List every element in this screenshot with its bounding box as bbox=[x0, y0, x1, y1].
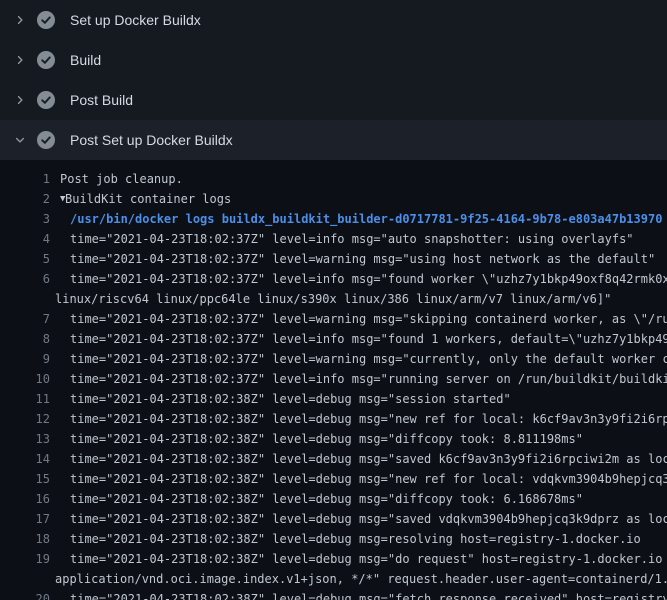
log-line-text: application/vnd.oci.image.index.v1+json,… bbox=[50, 569, 667, 589]
step-title: Post Build bbox=[70, 80, 133, 120]
log-line: 10 time="2021-04-23T18:02:37Z" level=inf… bbox=[0, 369, 667, 389]
log-line-text: linux/riscv64 linux/ppc64le linux/s390x … bbox=[50, 289, 611, 309]
log-line: 4 time="2021-04-23T18:02:37Z" level=info… bbox=[0, 229, 667, 249]
log-line: 19 time="2021-04-23T18:02:38Z" level=deb… bbox=[0, 549, 667, 569]
log-line: 1 Post job cleanup. bbox=[0, 169, 667, 189]
log-line-text: time="2021-04-23T18:02:38Z" level=debug … bbox=[50, 449, 667, 469]
log-line-text: time="2021-04-23T18:02:38Z" level=debug … bbox=[50, 429, 583, 449]
log-line: 17 time="2021-04-23T18:02:38Z" level=deb… bbox=[0, 509, 667, 529]
log-line-text: Post job cleanup. bbox=[50, 169, 183, 189]
line-number[interactable]: 6 bbox=[0, 269, 50, 289]
log-line-text: time="2021-04-23T18:02:38Z" level=debug … bbox=[50, 389, 511, 409]
log-line-text: time="2021-04-23T18:02:38Z" level=debug … bbox=[50, 529, 641, 549]
line-number[interactable]: 3 bbox=[0, 209, 50, 229]
log-line: linux/riscv64 linux/ppc64le linux/s390x … bbox=[0, 289, 667, 309]
log-line-text: time="2021-04-23T18:02:38Z" level=debug … bbox=[50, 589, 667, 600]
line-number[interactable]: 15 bbox=[0, 469, 50, 489]
log-line-text: time="2021-04-23T18:02:38Z" level=debug … bbox=[50, 489, 583, 509]
log-line: 18 time="2021-04-23T18:02:38Z" level=deb… bbox=[0, 529, 667, 549]
line-number[interactable]: 9 bbox=[0, 349, 50, 369]
log-line: 7 time="2021-04-23T18:02:37Z" level=warn… bbox=[0, 309, 667, 329]
step-header-post-build[interactable]: Post Build bbox=[0, 80, 667, 120]
log-line-text: time="2021-04-23T18:02:37Z" level=warnin… bbox=[50, 349, 667, 369]
log-line: 5 time="2021-04-23T18:02:37Z" level=warn… bbox=[0, 249, 667, 269]
line-number[interactable]: 8 bbox=[0, 329, 50, 349]
log-line: 12 time="2021-04-23T18:02:38Z" level=deb… bbox=[0, 409, 667, 429]
line-number[interactable]: 12 bbox=[0, 409, 50, 429]
line-number[interactable]: 4 bbox=[0, 229, 50, 249]
line-number bbox=[0, 569, 50, 589]
log-line-text: time="2021-04-23T18:02:37Z" level=warnin… bbox=[50, 249, 655, 269]
log-line: 9 time="2021-04-23T18:02:37Z" level=warn… bbox=[0, 349, 667, 369]
line-number[interactable]: 20 bbox=[0, 589, 50, 600]
log-line-text: time="2021-04-23T18:02:38Z" level=debug … bbox=[50, 509, 667, 529]
log-line: application/vnd.oci.image.index.v1+json,… bbox=[0, 569, 667, 589]
chevron-down-icon bbox=[12, 132, 28, 148]
log-area: 1 Post job cleanup. 2 ▼ BuildKit contain… bbox=[0, 160, 667, 600]
line-number[interactable]: 10 bbox=[0, 369, 50, 389]
actions-log-viewer: Set up Docker Buildx Build bbox=[0, 0, 667, 600]
line-number[interactable]: 13 bbox=[0, 429, 50, 449]
log-line-text: time="2021-04-23T18:02:37Z" level=info m… bbox=[50, 269, 667, 289]
step-title: Post Set up Docker Buildx bbox=[70, 120, 233, 160]
line-number[interactable]: 17 bbox=[0, 509, 50, 529]
log-line: 11 time="2021-04-23T18:02:38Z" level=deb… bbox=[0, 389, 667, 409]
line-number bbox=[0, 289, 50, 309]
line-number[interactable]: 11 bbox=[0, 389, 50, 409]
log-line-text: time="2021-04-23T18:02:38Z" level=debug … bbox=[50, 549, 667, 569]
step-title: Build bbox=[70, 40, 101, 80]
log-line: 8 time="2021-04-23T18:02:37Z" level=info… bbox=[0, 329, 667, 349]
chevron-right-icon bbox=[12, 12, 28, 28]
line-number[interactable]: 5 bbox=[0, 249, 50, 269]
check-circle-icon bbox=[37, 91, 55, 109]
group-collapse-icon[interactable]: ▼ bbox=[50, 189, 65, 209]
line-number[interactable]: 16 bbox=[0, 489, 50, 509]
log-line-text: time="2021-04-23T18:02:37Z" level=info m… bbox=[50, 369, 667, 389]
line-number[interactable]: 19 bbox=[0, 549, 50, 569]
log-line-text: time="2021-04-23T18:02:37Z" level=info m… bbox=[50, 329, 667, 349]
log-line-text: time="2021-04-23T18:02:38Z" level=debug … bbox=[50, 409, 667, 429]
check-circle-icon bbox=[37, 11, 55, 29]
line-number[interactable]: 7 bbox=[0, 309, 50, 329]
command-text: /usr/bin/docker logs buildx_buildkit_bui… bbox=[50, 209, 662, 229]
log-line-text: time="2021-04-23T18:02:37Z" level=info m… bbox=[50, 229, 634, 249]
check-circle-icon bbox=[37, 51, 55, 69]
log-line: 3 /usr/bin/docker logs buildx_buildkit_b… bbox=[0, 209, 667, 229]
log-line: 2 ▼ BuildKit container logs bbox=[0, 189, 667, 209]
log-line-text[interactable]: BuildKit container logs bbox=[65, 189, 231, 209]
step-title: Set up Docker Buildx bbox=[70, 0, 201, 40]
log-line-text: time="2021-04-23T18:02:37Z" level=warnin… bbox=[50, 309, 667, 329]
line-number[interactable]: 2 bbox=[0, 189, 50, 209]
steps-list: Set up Docker Buildx Build bbox=[0, 0, 667, 160]
line-number[interactable]: 14 bbox=[0, 449, 50, 469]
log-line: 14 time="2021-04-23T18:02:38Z" level=deb… bbox=[0, 449, 667, 469]
step-header-post-set-up-docker-buildx[interactable]: Post Set up Docker Buildx bbox=[0, 120, 667, 160]
log-line: 6 time="2021-04-23T18:02:37Z" level=info… bbox=[0, 269, 667, 289]
step-header-set-up-docker-buildx[interactable]: Set up Docker Buildx bbox=[0, 0, 667, 40]
log-line: 13 time="2021-04-23T18:02:38Z" level=deb… bbox=[0, 429, 667, 449]
log-line: 20 time="2021-04-23T18:02:38Z" level=deb… bbox=[0, 589, 667, 600]
line-number[interactable]: 1 bbox=[0, 169, 50, 189]
log-line: 16 time="2021-04-23T18:02:38Z" level=deb… bbox=[0, 489, 667, 509]
log-line: 15 time="2021-04-23T18:02:38Z" level=deb… bbox=[0, 469, 667, 489]
line-number[interactable]: 18 bbox=[0, 529, 50, 549]
check-circle-icon bbox=[37, 131, 55, 149]
log-line-text: time="2021-04-23T18:02:38Z" level=debug … bbox=[50, 469, 667, 489]
chevron-right-icon bbox=[12, 92, 28, 108]
step-header-build[interactable]: Build bbox=[0, 40, 667, 80]
chevron-right-icon bbox=[12, 52, 28, 68]
